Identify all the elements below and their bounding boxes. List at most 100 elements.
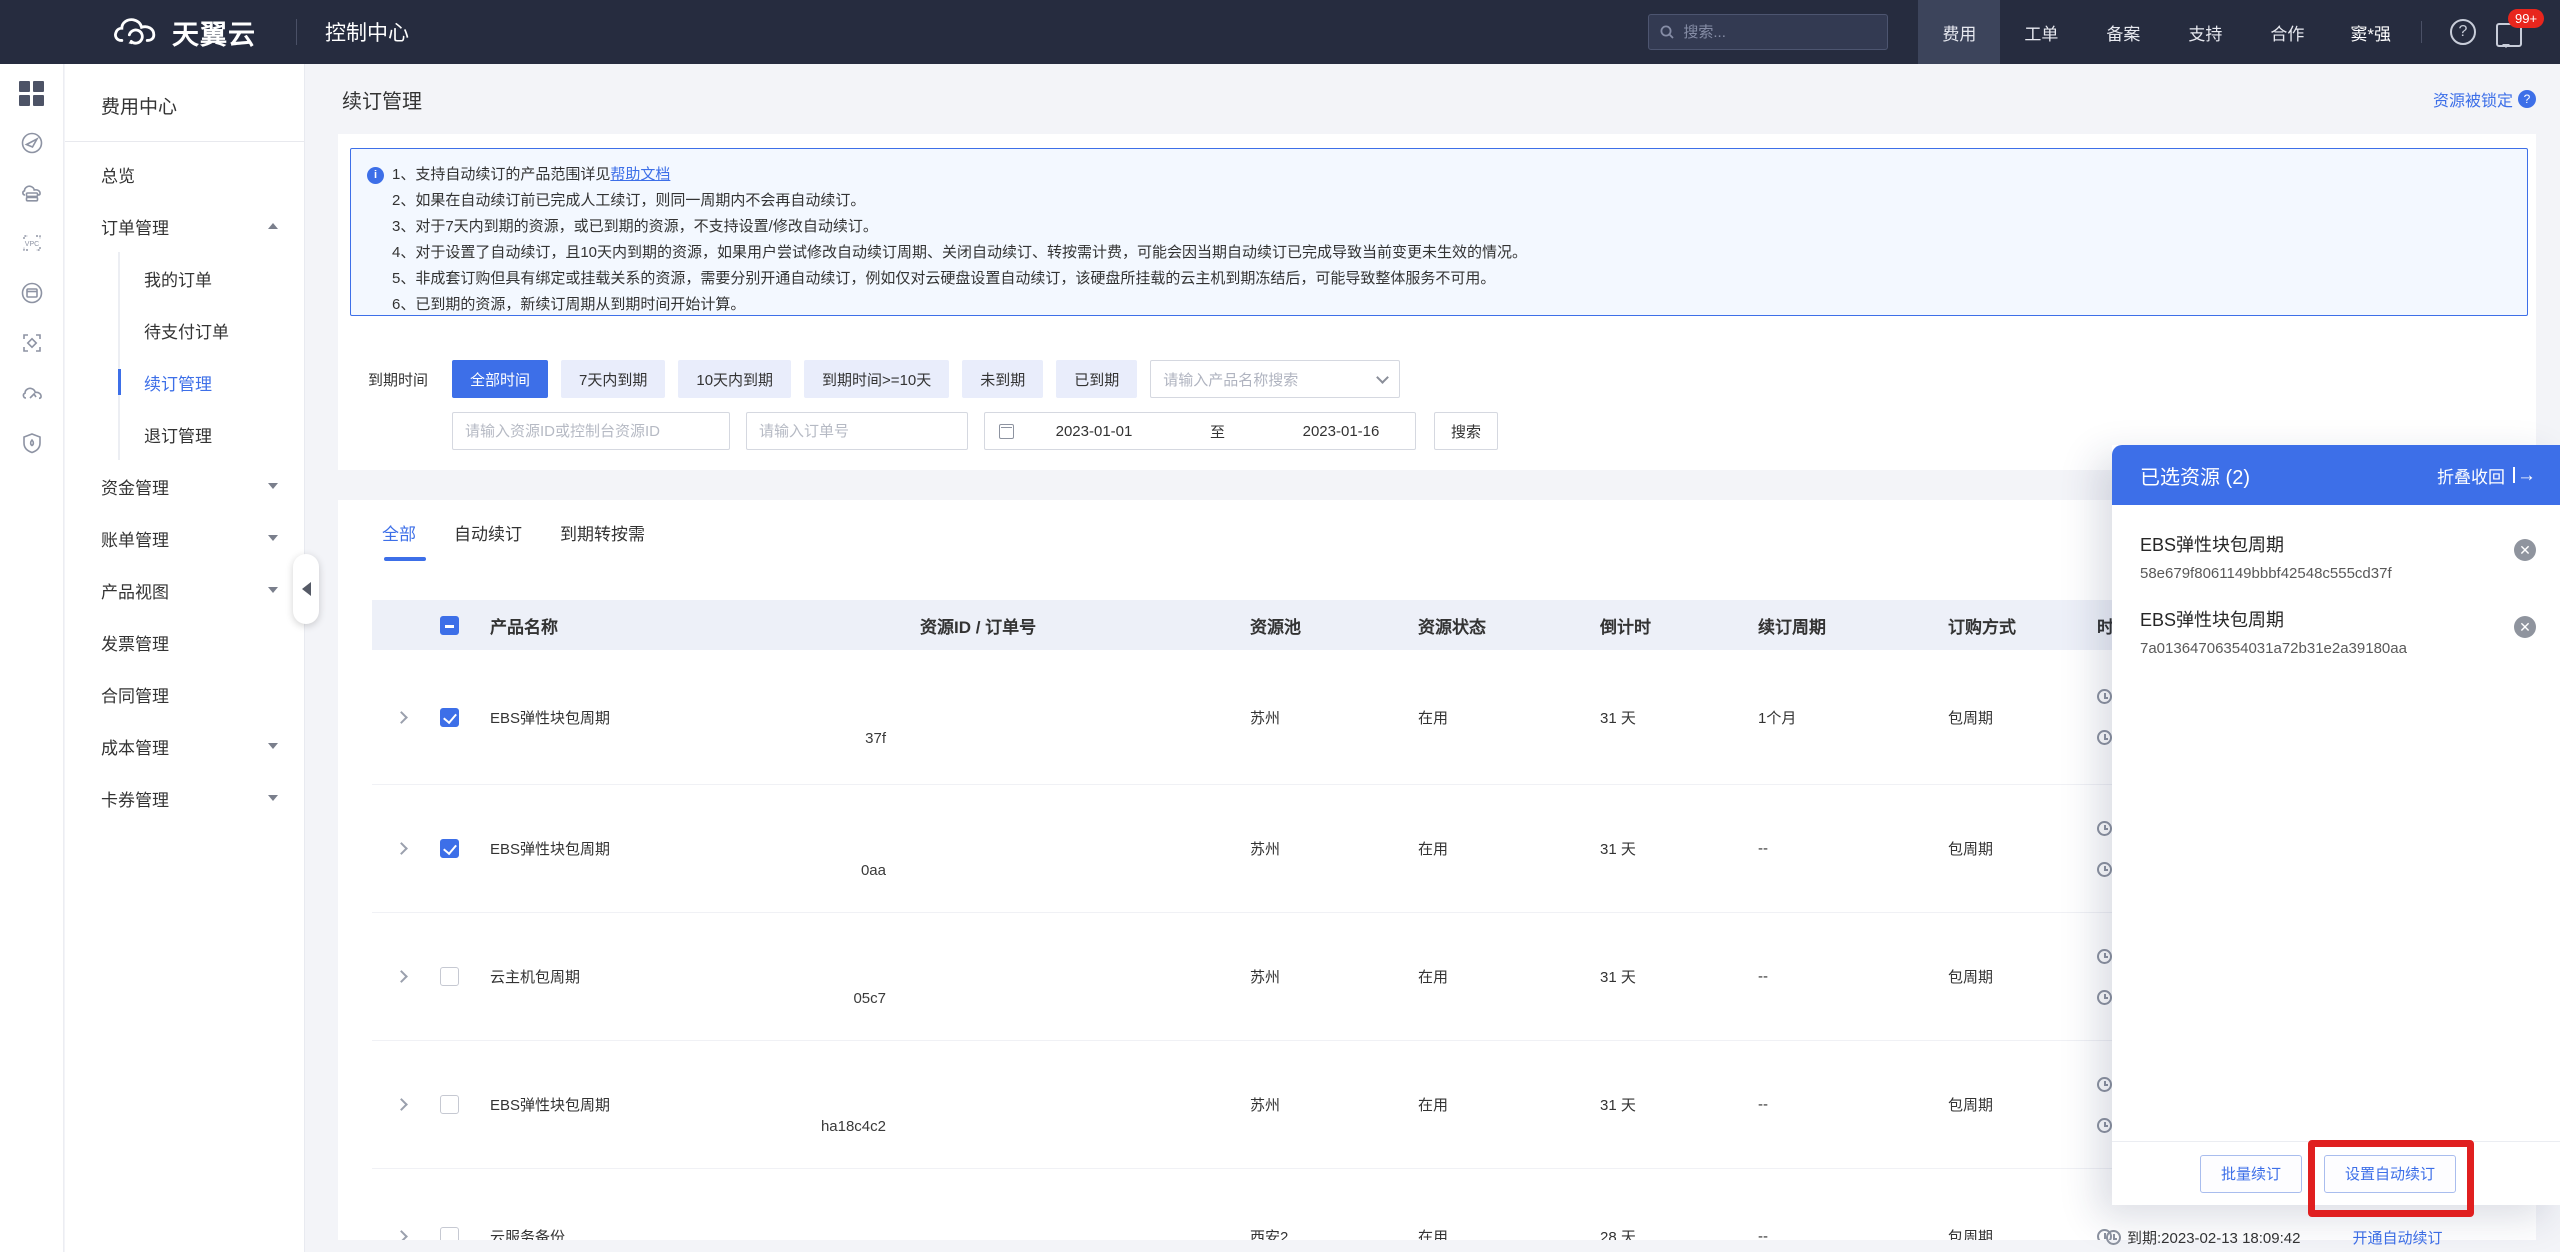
sidebar-item-renewal-management[interactable]: 续订管理	[120, 356, 304, 408]
notice-line-3: 3、对于7天内到期的资源，或已到期的资源，不支持设置/修改自动续订。	[392, 214, 2511, 240]
sidebar-group-bill-management[interactable]: 账单管理	[65, 512, 304, 564]
console-overview-icon[interactable]	[19, 130, 45, 156]
sidebar-item-pending-payment-orders[interactable]: 待支付订单	[120, 304, 304, 356]
topnav-fees[interactable]: 费用	[1918, 0, 2000, 64]
tab-all[interactable]: 全部	[382, 520, 416, 561]
batch-renew-button[interactable]: 批量续订	[2200, 1155, 2302, 1193]
filter-card: i 1、支持自动续订的产品范围详见帮助文档 2、如果在自动续订前已完成人工续订，…	[338, 134, 2536, 470]
expand-row-icon[interactable]	[395, 1230, 408, 1240]
chip-expired[interactable]: 已到期	[1056, 360, 1137, 398]
set-auto-renew-button[interactable]: 设置自动续订	[2324, 1155, 2456, 1193]
cell-product: EBS弹性块包周期	[490, 838, 920, 859]
order-number-input[interactable]	[746, 412, 968, 450]
cloud-server-icon[interactable]	[19, 180, 45, 206]
help-doc-link[interactable]: 帮助文档	[610, 166, 670, 183]
sidebar-group-funds-management[interactable]: 资金管理	[65, 460, 304, 512]
search-input[interactable]	[1683, 24, 1863, 41]
clock-icon	[2097, 689, 2112, 704]
clock-icon	[2097, 990, 2112, 1005]
enable-auto-renew-link[interactable]: 开通自动续订	[2352, 1227, 2442, 1248]
row-checkbox[interactable]	[440, 1227, 459, 1240]
sidebar-item-contract-management[interactable]: 合同管理	[65, 668, 304, 720]
window-console-icon[interactable]	[19, 280, 45, 306]
sidebar-collapse-handle[interactable]	[293, 554, 319, 624]
cell-cycle: --	[1758, 840, 1948, 857]
topnav-support[interactable]: 支持	[2164, 0, 2246, 64]
help-icon[interactable]: ?	[2450, 19, 2476, 45]
cell-cycle: --	[1758, 1096, 1948, 1113]
vpc-icon[interactable]: VPC	[19, 230, 45, 256]
chevron-down-icon	[268, 535, 278, 546]
header-resource-id: 资源ID / 订单号	[920, 613, 1250, 638]
date-to[interactable]: 2023-01-16	[1281, 423, 1401, 440]
sidebar-item-my-orders[interactable]: 我的订单	[120, 252, 304, 304]
info-icon: i	[367, 167, 384, 184]
sidebar-item-invoice-management[interactable]: 发票管理	[65, 616, 304, 668]
scan-frame-icon[interactable]	[19, 330, 45, 356]
clock-icon	[2097, 730, 2112, 745]
topnav-tickets[interactable]: 工单	[2000, 0, 2082, 64]
shield-icon[interactable]	[19, 430, 45, 456]
expand-row-icon[interactable]	[395, 970, 408, 983]
topbar: 天翼云 控制中心 费用 工单 备案 支持 合作 窦*强 ? 99+	[0, 0, 2560, 64]
topnav-icp-filing[interactable]: 备案	[2082, 0, 2164, 64]
calendar-icon	[999, 424, 1014, 439]
expand-row-icon[interactable]	[395, 842, 408, 855]
topbar-divider	[2421, 21, 2422, 43]
selected-resource-id: 7a01364706354031a72b31e2a39180aa	[2140, 640, 2490, 657]
remove-resource-icon[interactable]: ✕	[2514, 539, 2536, 561]
cloud-migration-icon[interactable]	[19, 380, 45, 406]
sidebar-group-cost-management[interactable]: 成本管理	[65, 720, 304, 772]
cell-countdown: 31 天	[1600, 966, 1758, 987]
expire-time-text: 到期:2023-02-13 18:09:42	[2127, 1227, 2300, 1248]
sidebar-divider	[65, 141, 304, 142]
cell-product: 云主机包周期	[490, 966, 920, 987]
remove-resource-icon[interactable]: ✕	[2514, 616, 2536, 638]
notification-badge: 99+	[2508, 9, 2544, 28]
row-checkbox[interactable]	[440, 839, 459, 858]
cell-order-type: 包周期	[1948, 1094, 2095, 1115]
sidebar-item-unsubscribe-management[interactable]: 退订管理	[120, 408, 304, 460]
chip-all-time[interactable]: 全部时间	[452, 360, 548, 398]
expand-row-icon[interactable]	[395, 1098, 408, 1111]
cell-cycle: --	[1758, 1228, 1948, 1240]
row-checkbox[interactable]	[440, 1095, 459, 1114]
date-range-picker[interactable]: 2023-01-01 至 2023-01-16	[984, 412, 1416, 450]
resource-locked-link[interactable]: 资源被锁定 ?	[2433, 87, 2536, 111]
sidebar-item-overview[interactable]: 总览	[65, 148, 304, 200]
chevron-down-icon	[268, 743, 278, 754]
sidebar-group-product-view[interactable]: 产品视图	[65, 564, 304, 616]
apps-grid-icon[interactable]	[19, 80, 45, 106]
chip-expire-within-7-days[interactable]: 7天内到期	[561, 360, 665, 398]
cell-countdown: 28 天	[1600, 1226, 1758, 1240]
topnav-cooperation[interactable]: 合作	[2246, 0, 2328, 64]
row-checkbox[interactable]	[440, 708, 459, 727]
search-button[interactable]: 搜索	[1434, 412, 1498, 450]
resource-id-input[interactable]	[452, 412, 730, 450]
chip-expire-within-10-days[interactable]: 10天内到期	[678, 360, 791, 398]
collapse-panel-button[interactable]: 折叠收回 →	[2437, 463, 2536, 488]
brand[interactable]: 天翼云	[0, 13, 256, 52]
topbar-search[interactable]	[1648, 14, 1888, 50]
cell-pool: 西安2	[1250, 1226, 1418, 1240]
sidebar-group-order-management[interactable]: 订单管理	[65, 200, 304, 252]
tab-auto-renew[interactable]: 自动续订	[454, 520, 522, 561]
product-name-select[interactable]: 请输入产品名称搜索	[1150, 360, 1400, 398]
sidebar-group-coupon-management[interactable]: 卡券管理	[65, 772, 304, 824]
selected-resource-name: EBS弹性块包周期	[2140, 606, 2490, 632]
cell-status: 在用	[1418, 838, 1600, 859]
cell-status: 在用	[1418, 966, 1600, 987]
clock-icon	[2106, 1230, 2121, 1245]
sidebar-title: 费用中心	[65, 64, 304, 141]
sidebar-billing-center: 费用中心 总览 订单管理 我的订单 待支付订单 续订管理 退订管理 资金管理 账…	[65, 64, 305, 1252]
chip-not-expired[interactable]: 未到期	[962, 360, 1043, 398]
notifications[interactable]: 99+	[2496, 23, 2522, 47]
select-all-checkbox[interactable]	[440, 616, 459, 635]
row-checkbox[interactable]	[440, 967, 459, 986]
username[interactable]: 窦*强	[2328, 20, 2413, 45]
chip-expire-ge-10-days[interactable]: 到期时间>=10天	[804, 360, 949, 398]
expand-row-icon[interactable]	[395, 711, 408, 724]
tab-expire-to-on-demand[interactable]: 到期转按需	[560, 520, 645, 561]
cell-order-type: 包周期	[1948, 1226, 2095, 1240]
date-from[interactable]: 2023-01-01	[1034, 423, 1154, 440]
